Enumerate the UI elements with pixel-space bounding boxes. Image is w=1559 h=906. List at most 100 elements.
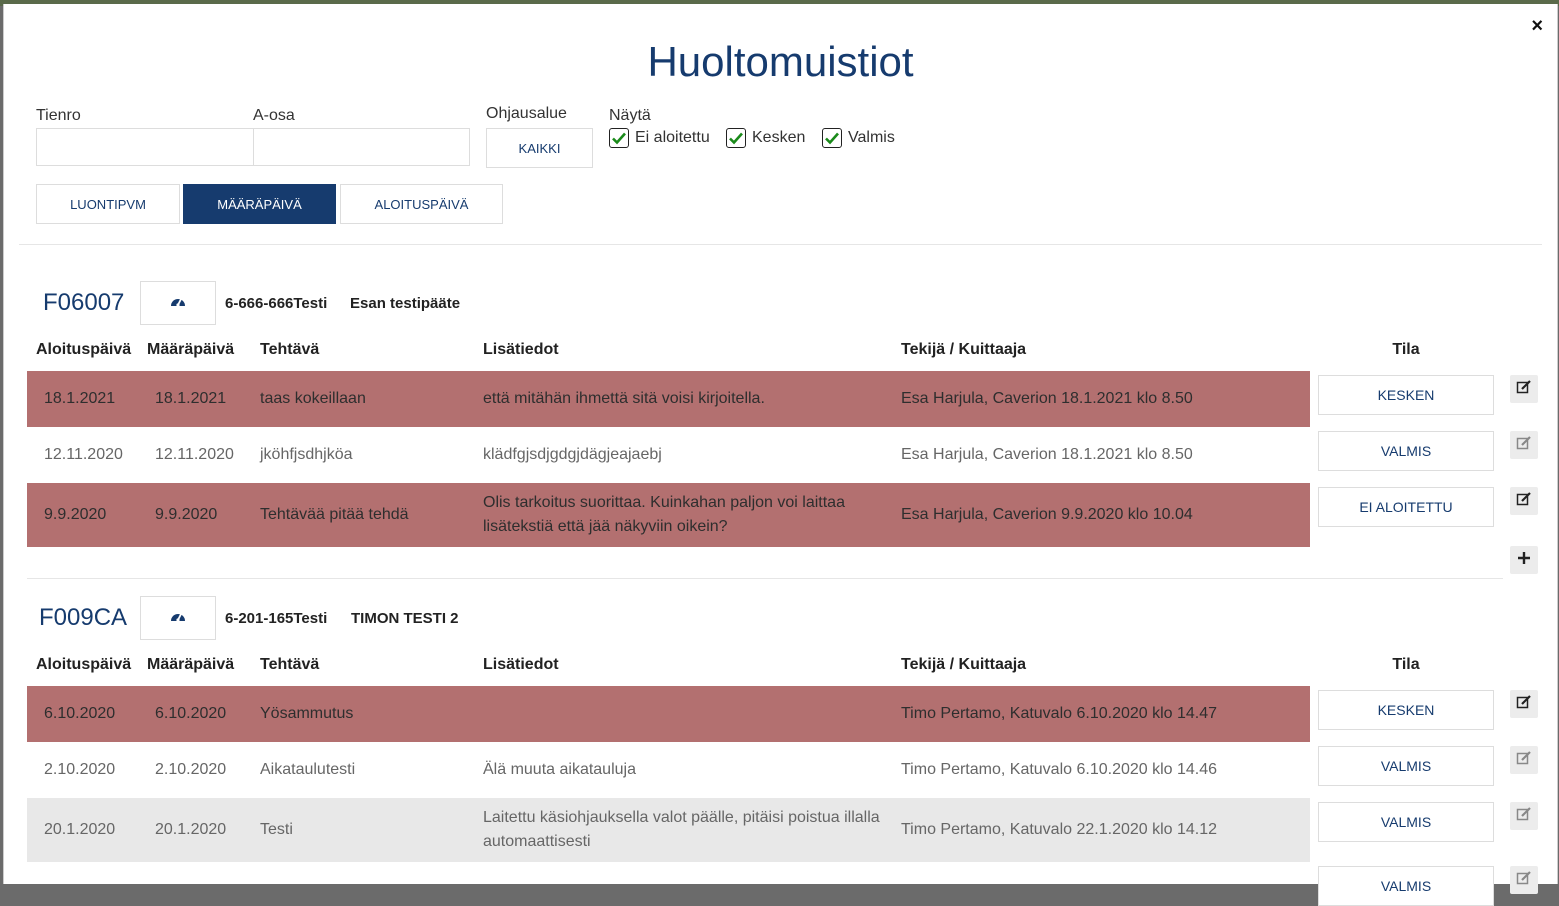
column-header: Määräpäivä xyxy=(147,656,235,673)
sort-tab-luontipvm[interactable]: LUONTIPVM xyxy=(36,184,180,224)
group-road-code: 6-666-666Testi xyxy=(225,295,328,312)
gauge-button[interactable] xyxy=(140,596,216,640)
group-road-code: 6-201-165Testi xyxy=(225,610,328,627)
edit-button[interactable] xyxy=(1510,690,1538,718)
edit-button[interactable] xyxy=(1510,375,1538,403)
ohjausalue-label: Ohjausalue xyxy=(486,105,567,122)
status-button[interactable]: VALMIS xyxy=(1318,746,1494,786)
cell-info: klädfgjsdjgdgjdägjeajaebj xyxy=(483,446,662,463)
status-button[interactable]: KESKEN xyxy=(1318,375,1494,415)
table-row: 6.10.2020 6.10.2020 Yösammutus Timo Pertamo… xyxy=(27,686,1310,742)
cell-by: Timo Pertamo, Katuvalo 22.1.2020 klo 14.… xyxy=(901,821,1218,838)
filter-checkbox-1[interactable]: Kesken xyxy=(726,128,805,148)
group-name: TIMON TESTI 2 xyxy=(351,610,459,627)
column-header: Tila xyxy=(1392,656,1420,673)
close-icon[interactable]: × xyxy=(1531,16,1543,36)
edit-button[interactable] xyxy=(1510,431,1538,459)
column-header: Tehtävä xyxy=(260,656,320,673)
checkbox-label: Kesken xyxy=(752,129,806,146)
checkbox-label: Ei aloitettu xyxy=(635,129,710,146)
edit-icon xyxy=(1516,379,1532,400)
edit-icon xyxy=(1516,750,1532,771)
checkbox-check-icon[interactable] xyxy=(822,128,842,148)
add-button[interactable] xyxy=(1510,546,1538,574)
edit-icon xyxy=(1516,491,1532,512)
group-id: F009CA xyxy=(39,604,128,631)
dialog-title: Huoltomuistiot xyxy=(647,38,914,85)
filter-checkbox-2[interactable]: Valmis xyxy=(822,128,895,148)
edit-icon xyxy=(1516,435,1532,456)
sort-tab-maarapaiva[interactable]: MÄÄRÄPÄIVÄ xyxy=(183,184,336,224)
table-row: 20.1.2020 20.1.2020 Testi Laitettu käsiohja… xyxy=(27,798,1310,862)
column-header: Tekijä / Kuittaaja xyxy=(901,341,1027,358)
cell-task: Aikataulutesti xyxy=(260,761,356,778)
tienro-input[interactable] xyxy=(36,128,254,166)
edit-button[interactable] xyxy=(1510,746,1538,774)
cell-by: Timo Pertamo, Katuvalo 6.10.2020 klo 14.… xyxy=(901,705,1218,722)
cell-start: 2.10.2020 xyxy=(44,761,116,778)
cell-task: Yösammutus xyxy=(260,705,354,722)
tienro-label: Tienro xyxy=(36,107,81,124)
nayta-label: Näytä xyxy=(609,107,651,124)
group-name: Esan testipääte xyxy=(350,295,461,312)
edit-button[interactable] xyxy=(1510,487,1538,515)
cell-task: taas kokeillaan xyxy=(260,390,366,407)
cell-info: Olis tarkoitus suorittaa. Kuinkahan palj… xyxy=(483,494,845,535)
cell-due: 12.11.2020 xyxy=(155,446,234,463)
cell-due: 18.1.2021 xyxy=(155,390,227,407)
table-row: 12.11.2020 12.11.2020 jköhfjsdhjköa klädfgj… xyxy=(27,427,1310,483)
column-header: Aloituspäivä xyxy=(36,341,132,358)
aosa-input[interactable] xyxy=(253,128,470,166)
cell-due: 6.10.2020 xyxy=(155,705,227,722)
table-row: 2.10.2020 2.10.2020 Aikataulutesti Älä muut… xyxy=(27,742,1310,798)
column-header: Lisätiedot xyxy=(483,656,559,673)
ohjausalue-select-button[interactable]: KAIKKI xyxy=(486,128,593,168)
status-button[interactable]: VALMIS xyxy=(1318,431,1494,471)
group-id: F06007 xyxy=(43,289,125,316)
cell-info: Älä muuta aikatauluja xyxy=(483,761,636,778)
status-button[interactable]: VALMIS xyxy=(1318,866,1494,906)
edit-icon xyxy=(1516,806,1532,827)
status-button[interactable]: VALMIS xyxy=(1318,802,1494,842)
plus-icon xyxy=(1517,551,1531,570)
sort-tab-aloituspaiva[interactable]: ALOITUSPÄIVÄ xyxy=(340,184,503,224)
status-button[interactable]: EI ALOITETTU xyxy=(1318,487,1494,527)
cell-task: Tehtävää pitää tehdä xyxy=(260,506,409,523)
cell-start: 12.11.2020 xyxy=(44,446,123,463)
checkbox-label: Valmis xyxy=(848,129,895,146)
table-row: 18.1.2021 18.1.2021 taas kokeillaan että mi… xyxy=(27,371,1310,427)
aosa-label: A-osa xyxy=(253,107,295,124)
edit-icon xyxy=(1516,870,1532,891)
edit-icon xyxy=(1516,694,1532,715)
column-header: Lisätiedot xyxy=(483,341,559,358)
cell-due: 20.1.2020 xyxy=(155,821,227,838)
edit-button[interactable] xyxy=(1510,802,1538,830)
column-header: Aloituspäivä xyxy=(36,656,132,673)
column-header: Tila xyxy=(1392,341,1420,358)
cell-start: 6.10.2020 xyxy=(44,705,116,722)
cell-info: Laitettu käsiohjauksella valot päälle, p… xyxy=(483,809,880,850)
cell-by: Esa Harjula, Caverion 18.1.2021 klo 8.50 xyxy=(901,446,1193,463)
checkbox-check-icon[interactable] xyxy=(726,128,746,148)
dashboard-gauge-icon xyxy=(170,294,186,313)
column-header: Tehtävä xyxy=(260,341,320,358)
cell-due: 9.9.2020 xyxy=(155,506,218,523)
cell-start: 9.9.2020 xyxy=(44,506,107,523)
edit-button[interactable] xyxy=(1510,866,1538,894)
cell-info: että mitähän ihmettä sitä voisi kirjoite… xyxy=(483,390,765,407)
cell-start: 18.1.2021 xyxy=(44,390,116,407)
filter-divider xyxy=(19,244,1542,245)
table-row: 9.9.2020 9.9.2020 Tehtävää pitää tehdä Olis… xyxy=(27,483,1310,547)
cell-start: 20.1.2020 xyxy=(44,821,116,838)
cell-by: Timo Pertamo, Katuvalo 6.10.2020 klo 14.… xyxy=(901,761,1218,778)
gauge-button[interactable] xyxy=(140,281,216,325)
filter-checkbox-0[interactable]: Ei aloitettu xyxy=(609,128,710,148)
dashboard-gauge-icon xyxy=(170,609,186,628)
checkbox-check-icon[interactable] xyxy=(609,128,629,148)
cell-due: 2.10.2020 xyxy=(155,761,227,778)
column-header: Tekijä / Kuittaaja xyxy=(901,656,1027,673)
maintenance-notes-dialog: × Huoltomuistiot Tienro A-osa Ohjausalue… xyxy=(3,4,1558,906)
cell-task: jköhfjsdhjköa xyxy=(260,446,353,463)
group-divider xyxy=(27,578,1503,579)
status-button[interactable]: KESKEN xyxy=(1318,690,1494,730)
